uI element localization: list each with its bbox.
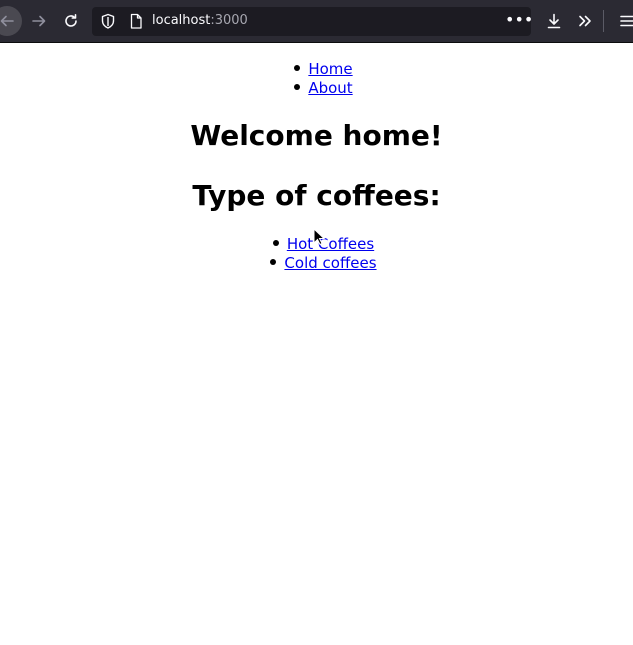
chevron-double-right-icon [577, 13, 593, 29]
forward-arrow-icon [31, 13, 47, 29]
list-bullet [294, 83, 301, 90]
url-host: localhost [152, 13, 211, 28]
back-arrow-icon [0, 6, 22, 36]
list-bullet [270, 258, 277, 265]
url-text[interactable]: localhost:3000 [152, 13, 248, 28]
back-button[interactable] [0, 6, 22, 36]
nav-item-about: About [0, 79, 633, 98]
download-button[interactable] [539, 6, 569, 36]
home-link[interactable]: Home [308, 60, 352, 78]
list-bullet [272, 239, 279, 246]
download-icon [546, 13, 562, 29]
toolbar-separator [603, 10, 604, 32]
app-menu-button[interactable] [612, 6, 633, 36]
cold-coffees-link[interactable]: Cold coffees [284, 254, 376, 272]
browser-toolbar: localhost:3000 ••• [0, 0, 633, 43]
page-content: Home About Welcome home! Type of coffees… [0, 44, 633, 645]
hamburger-menu-icon [619, 13, 633, 29]
shield-icon[interactable] [100, 13, 116, 30]
mouse-pointer-icon [313, 227, 326, 250]
url-port: :3000 [210, 13, 248, 28]
list-bullet [294, 64, 301, 71]
nav-item-home: Home [0, 60, 633, 79]
hot-coffees-link[interactable]: Hot Coffees [287, 235, 374, 253]
list-item: Cold coffees [0, 254, 633, 273]
page-actions-button[interactable]: ••• [505, 11, 533, 31]
coffee-types-heading: Type of coffees: [192, 179, 441, 212]
nav-list: Home About [0, 60, 633, 98]
overflow-menu-button[interactable] [570, 6, 600, 36]
page-icon[interactable] [128, 13, 144, 30]
reload-icon [63, 13, 79, 29]
about-link[interactable]: About [308, 79, 352, 97]
url-bar[interactable]: localhost:3000 ••• [92, 7, 533, 36]
forward-button[interactable] [24, 6, 54, 36]
page-title: Welcome home! [190, 119, 443, 152]
reload-button[interactable] [56, 6, 86, 36]
